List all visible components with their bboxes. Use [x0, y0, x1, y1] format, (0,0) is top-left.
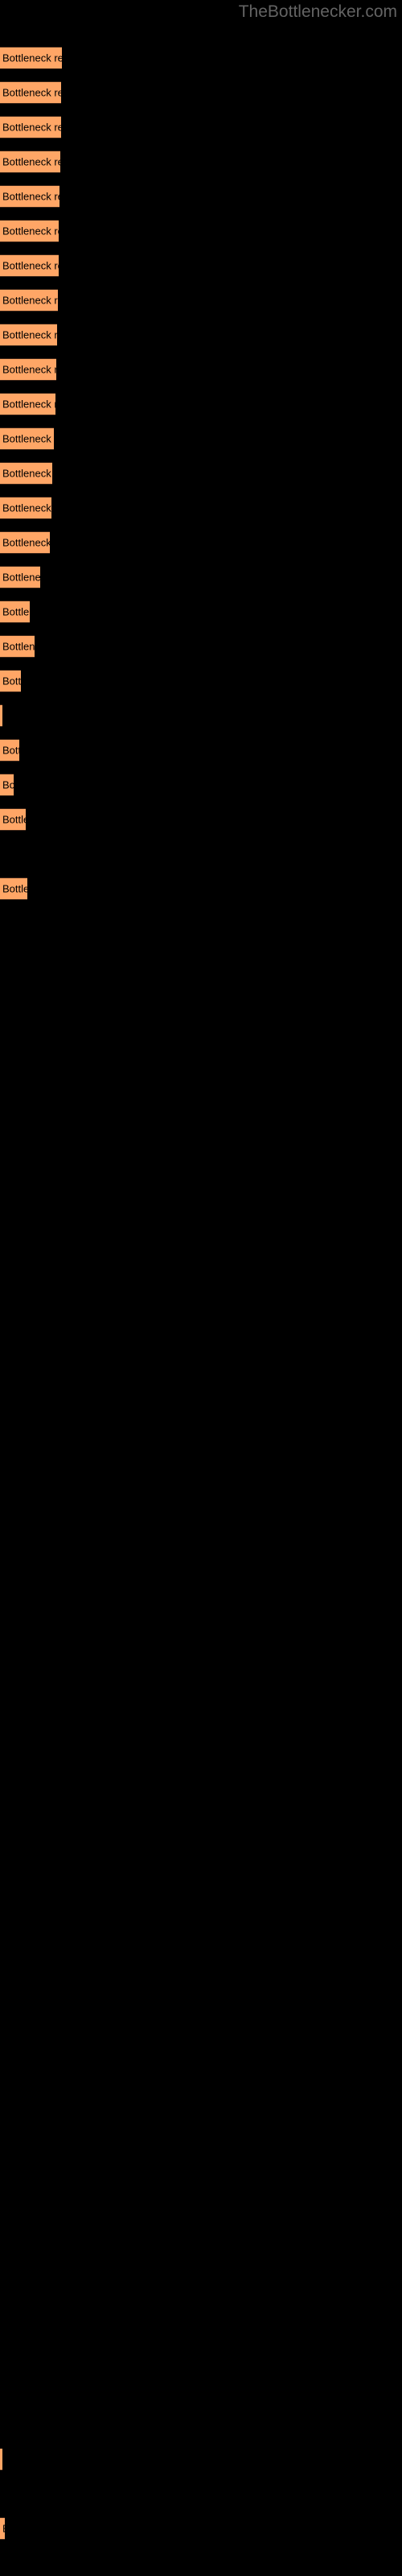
bar-2[interactable]: Bottleneck result	[0, 81, 61, 104]
bar-label: Bottleneck result	[2, 502, 51, 514]
bar-14[interactable]: Bottleneck result	[0, 497, 51, 519]
bar-label: Bottleneck result	[2, 882, 27, 895]
bar-label: Bottleneck result	[2, 259, 59, 272]
bar-1[interactable]: Bottleneck result	[0, 47, 62, 69]
bar-label: Bottleneck result	[2, 121, 61, 134]
bar-5[interactable]: Bottleneck result	[0, 185, 59, 208]
bar-4[interactable]: Bottleneck result	[0, 151, 60, 173]
bar-20[interactable]: Bottleneck result	[0, 704, 2, 727]
bar-label: Bottleneck result	[2, 744, 19, 757]
bar-label: Bottleneck result	[2, 225, 59, 237]
bar-21[interactable]: Bottleneck result	[0, 739, 19, 762]
bar-11[interactable]: Bottleneck result	[0, 393, 55, 415]
bar-label: Bottleneck result	[2, 190, 59, 203]
bar-18[interactable]: Bottleneck result	[0, 635, 35, 658]
bar-15[interactable]: Bottleneck result	[0, 531, 50, 554]
bar-label: Bottleneck result	[2, 467, 52, 480]
bar-19[interactable]: Bottleneck result	[0, 670, 21, 692]
bar-22[interactable]: Bottleneck result	[0, 774, 14, 796]
bar-label: Bottleneck result	[2, 778, 14, 791]
bar-6[interactable]: Bottleneck result	[0, 220, 59, 242]
bar-label: Bottleneck result	[2, 155, 60, 168]
bar-25[interactable]: Bottleneck result	[0, 2448, 2, 2471]
bar-label: Bottleneck result	[2, 52, 62, 64]
bar-23[interactable]: Bottleneck result	[0, 808, 26, 831]
bar-label: Bottleneck result	[2, 432, 54, 445]
bar-label: Bottleneck result	[2, 605, 30, 618]
bar-3[interactable]: Bottleneck result	[0, 116, 61, 138]
bar-13[interactable]: Bottleneck result	[0, 462, 52, 485]
bar-label: Bottleneck result	[2, 571, 40, 584]
bar-label: Bottleneck result	[2, 294, 58, 307]
bar-26[interactable]: Bottleneck result	[0, 2517, 5, 2540]
bar-label: Bottleneck result	[2, 640, 35, 653]
bar-label: Bottleneck result	[2, 813, 26, 826]
bar-label: Bottleneck result	[2, 2523, 5, 2535]
bar-label: Bottleneck result	[2, 363, 56, 376]
bar-7[interactable]: Bottleneck result	[0, 254, 59, 277]
bar-label: Bottleneck result	[2, 86, 61, 99]
bottleneck-bar-chart: TheBottlenecker.com Bottleneck resultBot…	[0, 0, 402, 2576]
bar-8[interactable]: Bottleneck result	[0, 289, 58, 312]
bar-10[interactable]: Bottleneck result	[0, 358, 56, 381]
bar-label: Bottleneck result	[2, 675, 21, 687]
bar-24[interactable]: Bottleneck result	[0, 877, 27, 900]
bar-label: Bottleneck result	[2, 398, 55, 411]
bar-16[interactable]: Bottleneck result	[0, 566, 40, 588]
bar-series-layer: Bottleneck result Bottleneck result Bottle…	[0, 0, 402, 2576]
bar-17[interactable]: Bottleneck result	[0, 601, 30, 623]
bar-label: Bottleneck result	[2, 328, 57, 341]
bar-9[interactable]: Bottleneck result	[0, 324, 57, 346]
bar-12[interactable]: Bottleneck result	[0, 427, 54, 450]
bar-label: Bottleneck result	[2, 536, 50, 549]
